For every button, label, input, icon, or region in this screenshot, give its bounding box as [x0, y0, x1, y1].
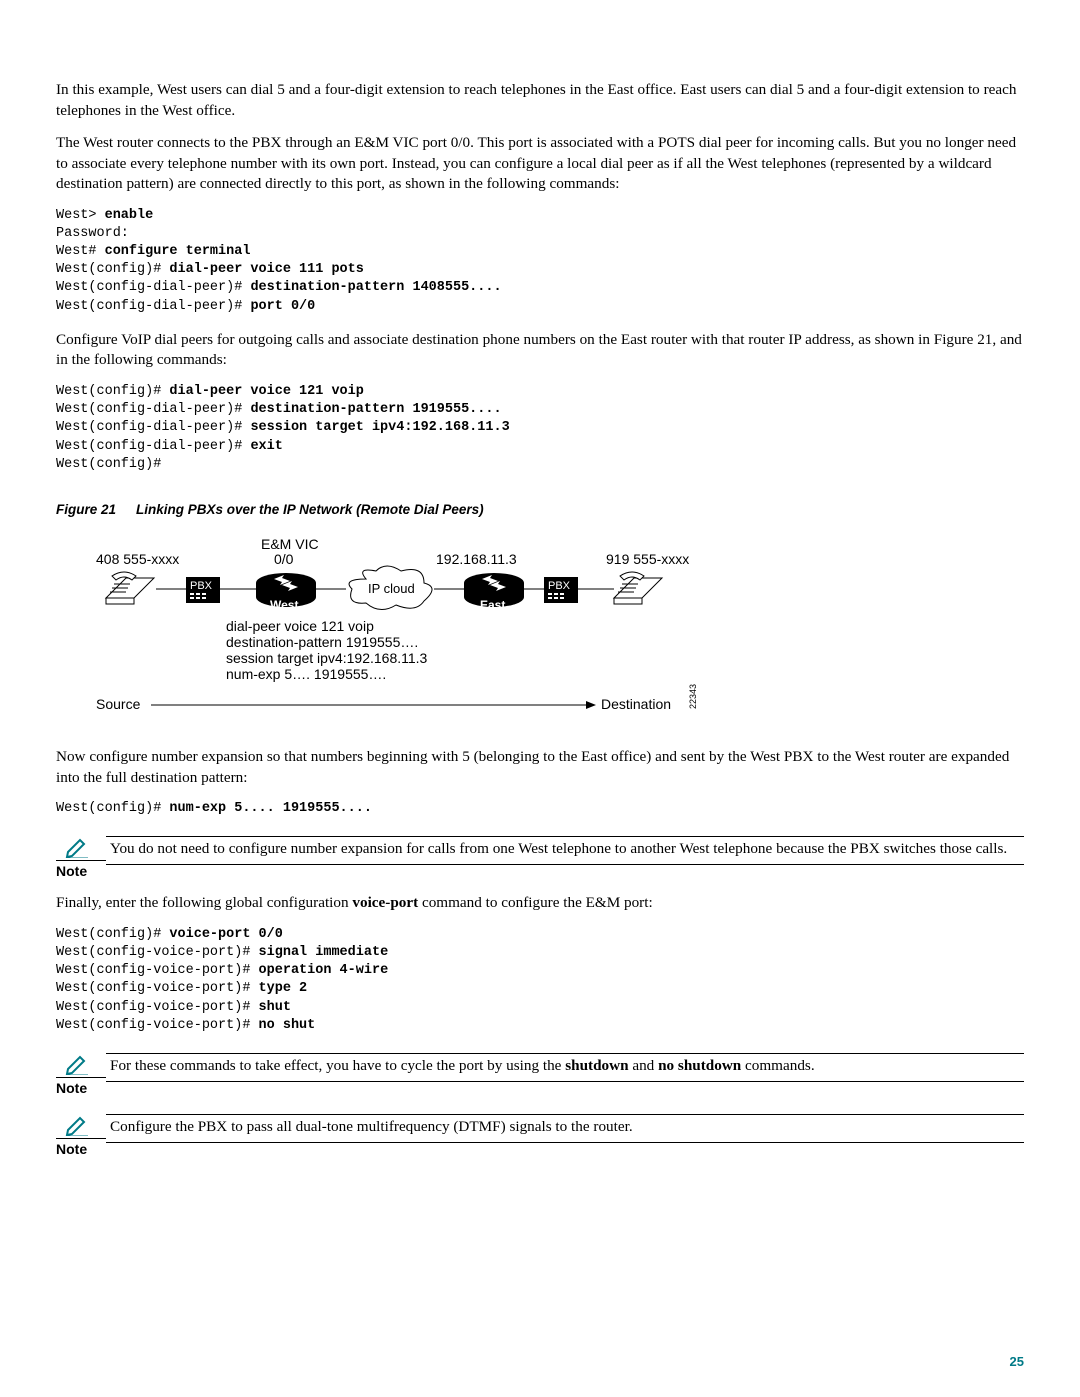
note-body: You do not need to configure number expa… [106, 836, 1024, 865]
note-label: Note [56, 1138, 106, 1157]
svg-text:PBX: PBX [548, 580, 571, 592]
fig-label-phone-right: 919 555-xxxx [606, 551, 689, 567]
fig-label-port: 0/0 [274, 551, 294, 567]
code-block-4: West(config)# voice-port 0/0 West(config… [56, 926, 1024, 1035]
fig-label-ip-east: 192.168.11.3 [436, 551, 517, 567]
code-block-2: West(config)# dial-peer voice 121 voip W… [56, 383, 1024, 474]
intro-paragraph-2: The West router connects to the PBX thro… [56, 133, 1024, 195]
note-body: Configure the PBX to pass all dual-tone … [106, 1114, 1024, 1143]
fig-cfg-line3: session target ipv4:192.168.11.3 [226, 650, 428, 666]
figure-21-diagram: 408 555-xxxx E&M VIC 0/0 192.168.11.3 91… [56, 529, 1024, 729]
fig-cfg-line2: destination-pattern 1919555…. [226, 634, 418, 650]
note-1: Note You do not need to configure number… [56, 836, 1024, 879]
pbx-right-icon: PBX [544, 577, 578, 603]
svg-text:East: East [480, 598, 505, 612]
page-container: In this example, West users can dial 5 a… [0, 0, 1080, 1397]
svg-text:West: West [270, 598, 298, 612]
figure-title: Linking PBXs over the IP Network (Remote… [136, 502, 484, 517]
intro-paragraph-1: In this example, West users can dial 5 a… [56, 80, 1024, 121]
pbx-left-icon: PBX [186, 577, 220, 603]
paragraph-4: Now configure number expansion so that n… [56, 747, 1024, 788]
note-label: Note [56, 1077, 106, 1096]
paragraph-3: Configure VoIP dial peers for outgoing c… [56, 330, 1024, 371]
svg-text:IP cloud: IP cloud [368, 581, 415, 596]
page-number: 25 [1010, 1354, 1024, 1369]
router-west-icon: West [256, 573, 316, 612]
router-east-icon: East [464, 573, 524, 612]
fig-label-destination: Destination [601, 696, 671, 712]
phone-left-icon [106, 572, 154, 604]
code-block-3: West(config)# num-exp 5.... 1919555.... [56, 800, 1024, 818]
code-block-1: West> enable Password: West# configure t… [56, 207, 1024, 316]
fig-cfg-line1: dial-peer voice 121 voip [226, 618, 374, 634]
pencil-icon [64, 1114, 90, 1136]
note-3: Note Configure the PBX to pass all dual-… [56, 1114, 1024, 1157]
phone-right-icon [614, 572, 662, 604]
fig-label-em-vic: E&M VIC [261, 536, 319, 552]
pencil-icon [64, 1053, 90, 1075]
pencil-icon [64, 836, 90, 858]
note-label: Note [56, 860, 106, 879]
note-body: For these commands to take effect, you h… [106, 1053, 1024, 1082]
paragraph-5: Finally, enter the following global conf… [56, 893, 1024, 914]
svg-text:PBX: PBX [190, 580, 213, 592]
figure-number: Figure 21 [56, 502, 116, 517]
fig-cfg-line4: num-exp 5…. 1919555…. [226, 666, 386, 682]
fig-label-source: Source [96, 696, 141, 712]
ip-cloud-icon: IP cloud [349, 566, 432, 610]
fig-id-label: 22343 [688, 684, 698, 709]
fig-label-phone-left: 408 555-xxxx [96, 551, 179, 567]
figure-caption: Figure 21 Linking PBXs over the IP Networ… [56, 502, 1024, 517]
note-2: Note For these commands to take effect, … [56, 1053, 1024, 1096]
